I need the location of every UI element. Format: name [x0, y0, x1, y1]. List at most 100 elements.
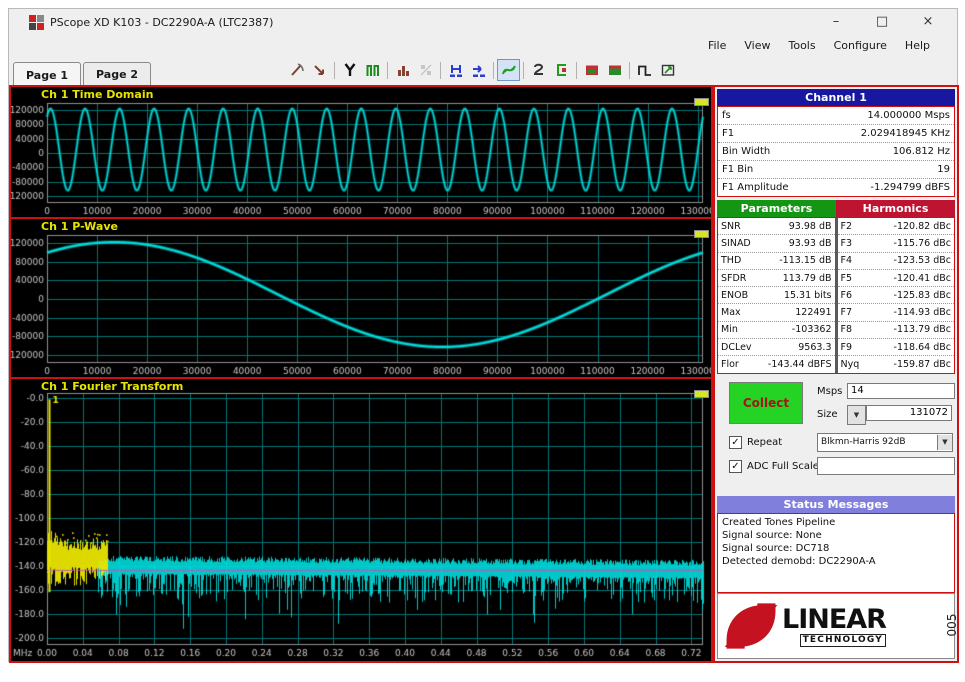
time-domain-plot[interactable]: [11, 87, 711, 217]
parameter-value: 9563.3: [798, 341, 832, 353]
maximize-button[interactable]: □: [859, 11, 905, 33]
parameter-row: SINAD 93.93 dB: [718, 235, 835, 253]
harmonic-label: F4: [840, 255, 853, 267]
harmonic-value: -118.64 dBc: [893, 341, 951, 353]
export-frame-icon[interactable]: [550, 59, 573, 81]
parameter-row: ENOB 15.31 bits: [718, 287, 835, 305]
msps-label: Msps: [817, 385, 843, 397]
parameter-row: SNR 93.98 dB: [718, 218, 835, 236]
toolbar: [285, 59, 679, 81]
adc-full-scale-input[interactable]: [817, 456, 955, 475]
p-wave-plot[interactable]: [11, 219, 711, 377]
arrow-tool-icon[interactable]: [308, 59, 331, 81]
harmonic-value: -120.41 dBc: [893, 272, 951, 284]
pickaxe-tool-icon[interactable]: [285, 59, 308, 81]
arrow-right-icon[interactable]: [467, 59, 490, 81]
bar-chart-icon[interactable]: [391, 59, 414, 81]
size-input[interactable]: [866, 404, 952, 421]
status-messages-header: Status Messages: [717, 496, 955, 514]
p-wave-title: Ch 1 P-Wave: [41, 220, 118, 233]
harmonic-row: F4 -123.53 dBc: [837, 253, 954, 270]
tab-page-2[interactable]: Page 2: [83, 62, 152, 86]
parameters-table: SNR 93.98 dB SINAD 93.93 dB THD -113.15 …: [718, 218, 835, 373]
status-message-line: Signal source: DC718: [722, 543, 830, 555]
app-icon: [29, 14, 44, 30]
p-wave-section: Ch 1 P-Wave: [11, 219, 711, 377]
filter-y-icon[interactable]: [338, 59, 361, 81]
parameters-header: Parameters: [717, 200, 836, 217]
menu-tools[interactable]: Tools: [779, 37, 824, 54]
info-label: Bin Width: [722, 146, 771, 157]
collect-button[interactable]: Collect: [729, 381, 803, 424]
menu-configure[interactable]: Configure: [825, 37, 896, 54]
smooth-wave-icon[interactable]: [497, 59, 520, 81]
title-bar: PScope XD K103 - DC2290A-A (LTC2387) – □…: [9, 9, 957, 35]
tab-page-1[interactable]: Page 1: [13, 62, 82, 86]
close-button[interactable]: ×: [905, 11, 951, 33]
msps-input[interactable]: [847, 382, 955, 399]
harmonic-row: F7 -114.93 dBc: [837, 304, 954, 322]
menu-view[interactable]: View: [735, 37, 779, 54]
lt-logo-mark: [724, 603, 778, 649]
harmonic-value: -123.53 dBc: [893, 255, 951, 267]
size-dropdown-button[interactable]: ▼: [847, 404, 866, 425]
info-label: fs: [722, 110, 731, 121]
channel-info-table: fs 14.000000 Msps F1 2.029418945 KHz Bin…: [717, 106, 955, 197]
status-message-line: Detected demobd: DC2290A-A: [722, 556, 876, 568]
fft-title: Ch 1 Fourier Transform: [41, 380, 184, 393]
half-disabled-icon[interactable]: [414, 59, 437, 81]
adc-full-scale-checkbox[interactable]: ✓: [729, 459, 742, 473]
chevron-down-icon[interactable]: ▼: [937, 434, 952, 450]
harmonic-label: F9: [840, 341, 853, 353]
parameter-label: THD: [721, 255, 742, 267]
repeat-checkbox[interactable]: ✓: [729, 435, 742, 449]
figure-number: 005: [945, 613, 959, 637]
harmonic-value: -113.79 dBc: [893, 324, 951, 336]
plots-panel: Ch 1 Time Domain Ch 1 P-Wave Ch 1 Fourie…: [9, 85, 713, 663]
time-domain-section: Ch 1 Time Domain: [11, 87, 711, 217]
parameter-row: Min -103362: [718, 322, 835, 340]
window-function-value: Blkmn-Harris 92dB: [821, 437, 906, 448]
parameter-value: -143.44 dBFS: [767, 359, 832, 371]
parameter-value: 113.79 dB: [782, 272, 832, 284]
fft-plot[interactable]: [11, 379, 711, 659]
parameter-label: Max: [721, 307, 741, 319]
harmonic-label: F5: [840, 272, 853, 284]
window-red-icon[interactable]: [580, 59, 603, 81]
parameter-row: Flor -143.44 dBFS: [718, 356, 835, 372]
menu-help[interactable]: Help: [896, 37, 939, 54]
harmonic-value: -120.82 dBc: [893, 220, 951, 232]
parameter-label: Min: [721, 324, 738, 336]
two-tone-icon[interactable]: [527, 59, 550, 81]
harmonic-label: F6: [840, 289, 853, 301]
image-export-icon[interactable]: [656, 59, 679, 81]
parameter-value: 122491: [795, 307, 832, 319]
minimize-button[interactable]: –: [813, 11, 859, 33]
h-markers-icon[interactable]: [444, 59, 467, 81]
linear-technology-logo: LINEAR TECHNOLOGY: [717, 593, 955, 659]
parameter-value: 93.98 dB: [788, 220, 832, 232]
status-message-line: Signal source: None: [722, 530, 822, 542]
pulse-icon[interactable]: [633, 59, 656, 81]
channel-legend-swatch[interactable]: [694, 230, 709, 238]
menu-file[interactable]: File: [699, 37, 735, 54]
parameter-row: THD -113.15 dB: [718, 253, 835, 270]
menu-bar: File View Tools Configure Help: [9, 35, 957, 55]
harmonic-value: -125.83 dBc: [893, 289, 951, 301]
harmonic-label: F7: [840, 307, 853, 319]
window-function-select[interactable]: Blkmn-Harris 92dB ▼: [817, 432, 953, 452]
parameter-value: 15.31 bits: [783, 289, 832, 301]
window-green-icon[interactable]: [603, 59, 626, 81]
parameters-harmonics-tables: SNR 93.98 dB SINAD 93.93 dB THD -113.15 …: [717, 217, 955, 374]
parameter-row: DCLev 9563.3: [718, 339, 835, 357]
histogram-icon[interactable]: [361, 59, 384, 81]
channel-legend-swatch[interactable]: [694, 98, 709, 106]
channel-legend-swatch[interactable]: [694, 390, 709, 398]
info-label: F1 Bin: [722, 164, 754, 175]
status-message-line: Created Tones Pipeline: [722, 517, 836, 529]
parameter-label: SNR: [721, 220, 741, 232]
parameter-row: SFDR 113.79 dB: [718, 270, 835, 288]
info-value: 14.000000 Msps: [867, 110, 950, 121]
harmonic-row: F6 -125.83 dBc: [837, 287, 954, 305]
harmonic-row: F3 -115.76 dBc: [837, 235, 954, 253]
